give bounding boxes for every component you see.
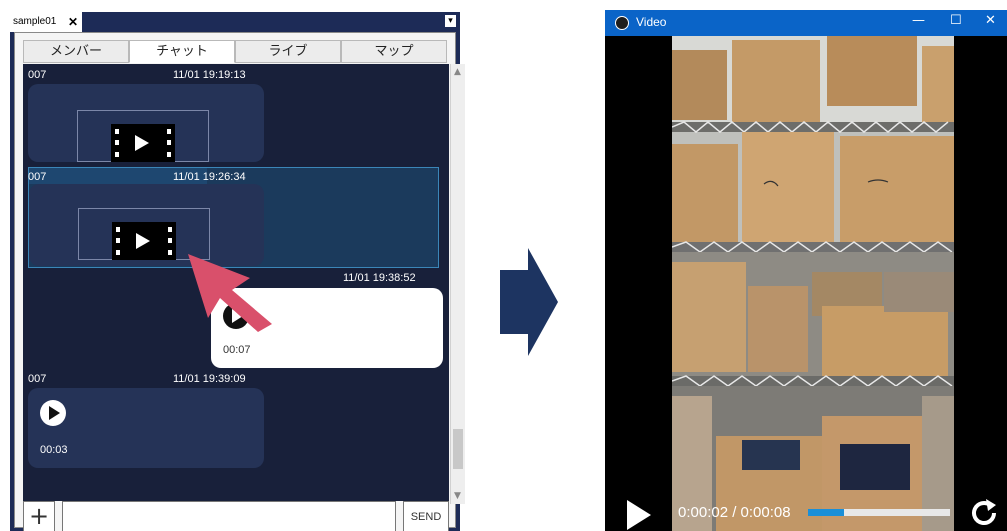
play-icon[interactable]	[627, 500, 651, 530]
message-sender: 007	[28, 69, 47, 81]
message-scrollbar[interactable]: ▲ ▼	[450, 64, 465, 504]
message-time: 11/01 19:19:13	[173, 69, 246, 81]
plus-icon[interactable]: +	[23, 501, 55, 531]
minimize-icon[interactable]: —	[912, 13, 925, 28]
flow-arrow-icon	[500, 248, 558, 356]
video-titlebar: Video — ☐ ✕	[605, 10, 1007, 36]
message-input-bar: + SEND	[23, 501, 449, 531]
scrollbar-thumb[interactable]	[453, 429, 463, 469]
message-time: 11/01 19:39:09	[173, 373, 246, 385]
message-time: 11/01 19:38:52	[343, 272, 416, 284]
film-play-icon	[111, 124, 175, 162]
menu-icon[interactable]: ▾	[445, 15, 456, 27]
replay-icon[interactable]	[968, 497, 1000, 529]
close-icon[interactable]: ✕	[68, 12, 78, 32]
video-thumbnail[interactable]	[77, 110, 209, 162]
video-timecode: 0:00:02 / 0:00:08	[678, 504, 791, 521]
audio-duration: 00:03	[40, 444, 68, 456]
tab-chat[interactable]: チャット	[129, 40, 235, 63]
film-play-icon	[112, 222, 176, 260]
message-sender: 007	[28, 171, 47, 183]
window-title: Video	[636, 15, 667, 29]
tab-live[interactable]: ライブ	[235, 40, 341, 63]
video-frame[interactable]	[672, 36, 954, 531]
video-message-bubble[interactable]	[28, 84, 264, 162]
message-time: 11/01 19:26:34	[173, 171, 246, 183]
video-window: Video — ☐ ✕ 0:00:02 / 0:00:08	[605, 10, 1007, 531]
scroll-down-icon[interactable]: ▼	[454, 491, 461, 501]
video-controls: 0:00:02 / 0:00:08	[605, 494, 1007, 531]
play-icon[interactable]	[40, 400, 66, 426]
maximize-icon[interactable]: ☐	[950, 13, 962, 28]
close-icon[interactable]: ✕	[985, 13, 996, 28]
message-sender: 007	[28, 373, 47, 385]
nav-tabs: メンバー チャット ライブ マップ	[23, 40, 447, 63]
document-tab-bar: sample01 ✕ ▾	[10, 12, 460, 32]
cursor-arrow-icon	[188, 254, 272, 332]
audio-message-bubble[interactable]: 00:03	[28, 388, 264, 468]
document-tab-label: sample01	[13, 16, 57, 27]
app-icon	[615, 16, 629, 30]
scroll-up-icon[interactable]: ▲	[454, 67, 461, 77]
tab-members[interactable]: メンバー	[23, 40, 129, 63]
video-progress-fill	[808, 509, 844, 516]
message-input[interactable]	[62, 501, 396, 531]
document-tab[interactable]: sample01 ✕	[10, 12, 82, 32]
send-button[interactable]: SEND	[403, 501, 449, 531]
tab-map[interactable]: マップ	[341, 40, 447, 63]
audio-duration: 00:07	[223, 344, 251, 356]
video-progress-bar[interactable]	[808, 509, 950, 516]
